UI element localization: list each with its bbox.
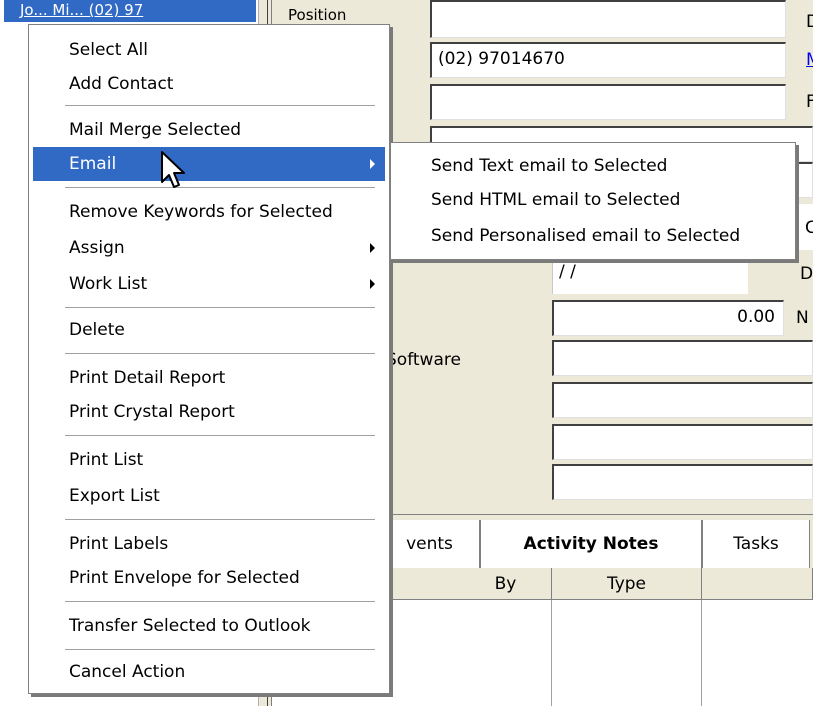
menu-item-mail-merge-selected[interactable]: Mail Merge Selected [33, 113, 385, 147]
tab-activity-notes[interactable]: Activity Notes [480, 520, 702, 568]
menu-item-assign[interactable]: Assign [33, 231, 385, 265]
phone-field-value: (02) 97014670 [438, 49, 565, 69]
tab-activity-notes-label: Activity Notes [523, 534, 659, 554]
menu-separator [65, 435, 375, 436]
menu-separator [65, 105, 375, 106]
contact-list-selected-row[interactable]: Jo... Mi... (02) 97 [4, 0, 256, 22]
menu-item-print-labels[interactable]: Print Labels [33, 527, 385, 561]
right-tab-c[interactable]: C [796, 204, 813, 250]
submenu-arrow-icon [370, 279, 375, 289]
menu-item-label: Email [69, 154, 117, 174]
menu-item-label: Print Labels [69, 534, 169, 554]
grid-header-extra[interactable] [702, 568, 813, 600]
right-link-m[interactable]: M [806, 50, 813, 70]
menu-item-label: Print Crystal Report [69, 402, 235, 422]
menu-item-label: Export List [69, 486, 160, 506]
menu-item-export-list[interactable]: Export List [33, 479, 385, 513]
menu-separator [65, 519, 375, 520]
email-submenu: Send Text email to Selected Send HTML em… [390, 142, 796, 260]
date-field[interactable]: / / [552, 256, 748, 294]
submenu-item-send-html-email[interactable]: Send HTML email to Selected [395, 183, 791, 217]
software-label: Software [386, 350, 461, 370]
grid-header-type-label: Type [606, 573, 647, 594]
submenu-item-send-text-email[interactable]: Send Text email to Selected [395, 149, 791, 183]
submenu-item-label: Send HTML email to Selected [431, 190, 681, 210]
menu-item-label: Cancel Action [69, 662, 186, 682]
software-field-4[interactable] [552, 464, 813, 500]
grid-header-by-label: By [494, 573, 517, 594]
software-field-1[interactable] [552, 340, 813, 376]
submenu-item-label: Send Personalised email to Selected [431, 226, 741, 246]
context-menu: Select All Add Contact Mail Merge Select… [28, 24, 390, 694]
right-tab-c-label: C [805, 218, 813, 238]
menu-item-label: Print List [69, 450, 144, 470]
menu-item-label: Print Detail Report [69, 368, 226, 388]
menu-item-label: Delete [69, 320, 125, 340]
menu-item-cancel-action[interactable]: Cancel Action [33, 655, 385, 689]
menu-item-print-detail-report[interactable]: Print Detail Report [33, 361, 385, 395]
menu-item-label: Transfer Selected to Outlook [69, 616, 311, 636]
contact-list-selected-row-text: Jo... Mi... (02) 97 [20, 1, 144, 19]
menu-item-email[interactable]: Email [33, 147, 385, 181]
menu-item-print-crystal-report[interactable]: Print Crystal Report [33, 395, 385, 429]
grid-header-type[interactable]: Type [552, 568, 702, 600]
software-field-3[interactable] [552, 424, 813, 460]
right-label-f: F [806, 92, 813, 112]
menu-item-label: Print Envelope for Selected [69, 568, 300, 588]
menu-item-add-contact[interactable]: Add Contact [33, 67, 385, 101]
menu-item-print-list[interactable]: Print List [33, 443, 385, 477]
menu-separator [65, 601, 375, 602]
menu-item-label: Mail Merge Selected [69, 120, 242, 140]
menu-item-remove-keywords[interactable]: Remove Keywords for Selected [33, 195, 385, 229]
submenu-arrow-icon [370, 159, 375, 169]
tab-events-label: vents [406, 534, 453, 554]
tab-tasks[interactable]: Tasks [702, 520, 810, 568]
menu-separator [65, 187, 375, 188]
mouse-pointer-icon [161, 151, 185, 188]
menu-item-transfer-to-outlook[interactable]: Transfer Selected to Outlook [33, 609, 385, 643]
menu-item-label: Select All [69, 40, 148, 60]
grid-column-divider [551, 600, 552, 706]
amount-field[interactable]: 0.00 [552, 300, 784, 336]
tab-tasks-label: Tasks [733, 534, 779, 554]
right-label-d2: D [800, 264, 813, 284]
menu-item-select-all[interactable]: Select All [33, 33, 385, 67]
right-label-d1: D [806, 12, 813, 32]
amount-field-value: 0.00 [737, 307, 775, 327]
menu-separator [65, 307, 375, 308]
date-field-value: / / [559, 262, 576, 282]
menu-separator [65, 353, 375, 354]
fax-field[interactable] [430, 84, 786, 120]
position-field[interactable] [430, 0, 786, 38]
menu-item-print-envelope[interactable]: Print Envelope for Selected [33, 561, 385, 595]
tab-events[interactable]: vents [380, 520, 480, 568]
phone-field[interactable]: (02) 97014670 [430, 42, 786, 78]
grid-column-divider [701, 600, 702, 706]
software-field-2[interactable] [552, 382, 813, 418]
submenu-item-label: Send Text email to Selected [431, 156, 668, 176]
menu-separator [65, 649, 375, 650]
menu-item-label: Work List [69, 274, 148, 294]
grid-header-by[interactable]: By [380, 568, 552, 600]
menu-item-delete[interactable]: Delete [33, 313, 385, 347]
position-label: Position [288, 6, 347, 24]
menu-item-label: Remove Keywords for Selected [69, 202, 333, 222]
menu-item-label: Add Contact [69, 74, 174, 94]
submenu-item-send-personalised-email[interactable]: Send Personalised email to Selected [395, 219, 791, 253]
menu-item-work-list[interactable]: Work List [33, 267, 385, 301]
submenu-arrow-icon [370, 243, 375, 253]
right-label-n: N [796, 308, 809, 328]
menu-item-label: Assign [69, 238, 125, 258]
